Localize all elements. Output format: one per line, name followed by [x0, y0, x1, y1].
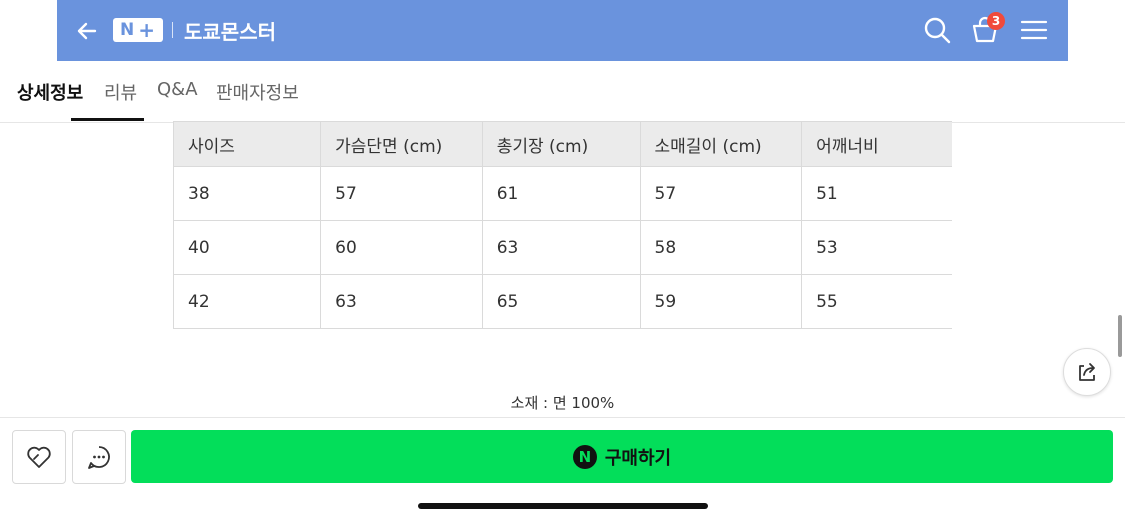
like-button[interactable]: [12, 430, 66, 484]
table-cell: 57: [639, 166, 803, 221]
table-cell: 51: [801, 166, 952, 221]
table-header-cell: 가슴단면 (cm): [320, 121, 483, 167]
table-row: 40 60 63 58 53: [172, 220, 952, 275]
buy-button[interactable]: N 구매하기: [131, 430, 1113, 483]
chat-icon: [88, 446, 110, 469]
share-button[interactable]: [1063, 348, 1111, 396]
table-cell: 40: [172, 220, 322, 275]
material-info: 소재 : 면 100%: [510, 394, 615, 412]
table-row: 42 63 65 59 55: [172, 274, 952, 329]
share-icon: [1079, 363, 1095, 381]
table-header-cell: 총기장 (cm): [481, 121, 641, 167]
cart-count-badge: 3: [987, 12, 1005, 30]
page-scrollbar[interactable]: [1118, 315, 1122, 357]
chat-button[interactable]: [72, 430, 126, 484]
table-header-cell: 사이즈: [172, 121, 322, 167]
table-cell: 55: [801, 274, 952, 329]
table-header-row: 사이즈 가슴단면 (cm) 총기장 (cm) 소매길이 (cm) 어깨너비: [172, 121, 952, 167]
table-cell: 61: [481, 166, 641, 221]
menu-button[interactable]: [1019, 15, 1049, 45]
heart-icon: [27, 446, 51, 468]
table-cell: 53: [801, 220, 952, 275]
home-indicator[interactable]: [418, 503, 708, 509]
table-cell: 38: [172, 166, 322, 221]
size-table: 사이즈 가슴단면 (cm) 총기장 (cm) 소매길이 (cm) 어깨너비 38…: [172, 121, 952, 329]
menu-icon: [1020, 20, 1048, 40]
naver-pay-icon: N: [572, 444, 597, 469]
table-cell: 57: [320, 166, 483, 221]
table-header-cell: 어깨너비: [801, 121, 952, 167]
buy-button-label: 구매하기: [604, 447, 672, 469]
table-cell: 60: [320, 220, 483, 275]
table-row: 38 57 61 57 51: [172, 166, 952, 221]
table-cell: 59: [639, 274, 803, 329]
table-header-cell: 소매길이 (cm): [639, 121, 803, 167]
table-cell: 65: [481, 274, 641, 329]
table-cell: 63: [320, 274, 483, 329]
table-cell: 42: [172, 274, 322, 329]
table-cell: 63: [481, 220, 641, 275]
table-cell: 58: [639, 220, 803, 275]
size-table-viewport: 사이즈 가슴단면 (cm) 총기장 (cm) 소매길이 (cm) 어깨너비 38…: [0, 0, 952, 340]
